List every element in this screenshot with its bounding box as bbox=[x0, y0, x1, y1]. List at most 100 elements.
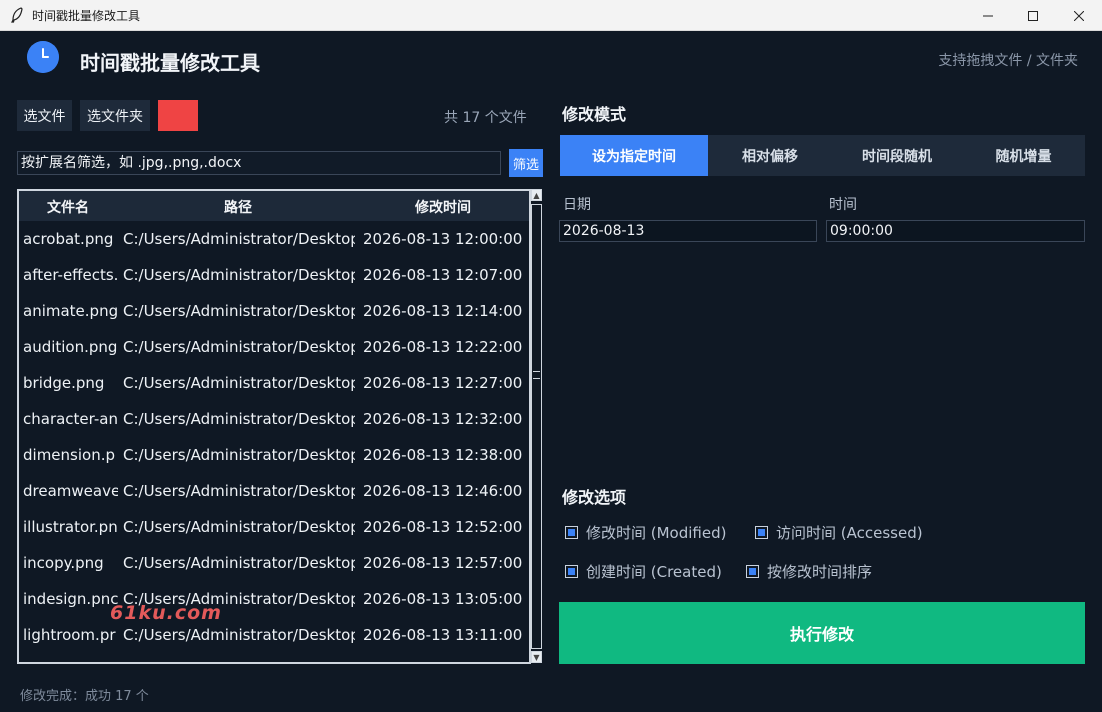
table-row[interactable]: incopy.png C:/Users/Administrator/Desktop… bbox=[19, 545, 529, 581]
execute-button[interactable]: 执行修改 bbox=[559, 602, 1085, 664]
date-field[interactable]: 2026-08-13 bbox=[559, 220, 817, 242]
time-field[interactable]: 09:00:00 bbox=[826, 220, 1085, 242]
cell-path: C:/Users/Administrator/Desktop bbox=[123, 374, 355, 392]
table-row[interactable]: animate.png C:/Users/Administrator/Deskto… bbox=[19, 293, 529, 329]
table-row[interactable]: dreamweave C:/Users/Administrator/Desktop… bbox=[19, 473, 529, 509]
checkbox-checked-icon bbox=[746, 565, 759, 578]
close-icon bbox=[1074, 10, 1084, 21]
time-label: 时间 bbox=[829, 197, 857, 213]
scroll-down-icon[interactable]: ▼ bbox=[531, 651, 542, 663]
watermark: 61ku.com bbox=[110, 602, 222, 624]
table-header: 文件名 路径 修改时间 bbox=[19, 191, 529, 221]
created-checkbox[interactable]: 创建时间 (Created) bbox=[565, 561, 722, 582]
cell-filename: dreamweave bbox=[23, 482, 118, 500]
cell-modified-time: 2026-08-13 12:07:00 bbox=[363, 266, 523, 284]
modified-label: 修改时间 (Modified) bbox=[586, 524, 727, 542]
select-folder-button[interactable]: 选文件夹 bbox=[80, 100, 150, 131]
close-button[interactable] bbox=[1056, 0, 1102, 31]
table-scrollbar[interactable]: ▲ ▼ bbox=[531, 189, 543, 664]
cell-modified-time: 2026-08-13 12:52:00 bbox=[363, 518, 523, 536]
table-row[interactable]: illustrator.pn C:/Users/Administrator/Des… bbox=[19, 509, 529, 545]
cell-modified-time: 2026-08-13 12:27:00 bbox=[363, 374, 523, 392]
clear-button[interactable] bbox=[158, 100, 198, 131]
file-table: 文件名 路径 修改时间 acrobat.png C:/Users/Administ… bbox=[17, 189, 531, 664]
cell-path: C:/Users/Administrator/Desktop bbox=[123, 446, 355, 464]
scroll-up-icon[interactable]: ▲ bbox=[531, 189, 542, 201]
drag-drop-hint: 支持拖拽文件 / 文件夹 bbox=[938, 53, 1078, 69]
cell-modified-time: 2026-08-13 12:46:00 bbox=[363, 482, 523, 500]
cell-modified-time: 2026-08-13 12:00:00 bbox=[363, 230, 523, 248]
options-title: 修改选项 bbox=[562, 488, 627, 507]
cell-path: C:/Users/Administrator/Desktop bbox=[123, 230, 355, 248]
cell-modified-time: 2026-08-13 12:57:00 bbox=[363, 554, 523, 572]
tab-set-time[interactable]: 设为指定时间 bbox=[560, 135, 708, 176]
column-header-modified[interactable]: 修改时间 bbox=[415, 197, 471, 217]
window-title: 时间戳批量修改工具 bbox=[32, 9, 141, 23]
cell-filename: dimension.p bbox=[23, 446, 115, 464]
tab-relative-offset[interactable]: 相对偏移 bbox=[708, 135, 832, 176]
cell-filename: indesign.pnc bbox=[23, 590, 118, 608]
checkbox-checked-icon bbox=[755, 526, 768, 539]
clock-icon bbox=[27, 41, 59, 73]
cell-modified-time: 2026-08-13 12:32:00 bbox=[363, 410, 523, 428]
created-label: 创建时间 (Created) bbox=[586, 563, 722, 581]
checkbox-checked-icon bbox=[565, 565, 578, 578]
cell-path: C:/Users/Administrator/Desktop bbox=[123, 518, 355, 536]
column-header-path[interactable]: 路径 bbox=[224, 197, 252, 217]
cell-modified-time: 2026-08-13 12:14:00 bbox=[363, 302, 523, 320]
maximize-button[interactable] bbox=[1010, 0, 1056, 31]
maximize-icon bbox=[1028, 10, 1038, 21]
mode-tabs: 设为指定时间 相对偏移 时间段随机 随机增量 bbox=[560, 135, 1085, 176]
sort-label: 按修改时间排序 bbox=[767, 563, 873, 581]
minimize-button[interactable] bbox=[965, 0, 1011, 31]
cell-filename: animate.png bbox=[23, 302, 118, 320]
table-row[interactable]: character-an C:/Users/Administrator/Deskt… bbox=[19, 401, 529, 437]
select-files-button[interactable]: 选文件 bbox=[17, 100, 72, 131]
column-header-name[interactable]: 文件名 bbox=[47, 197, 89, 217]
extension-filter-input[interactable]: 按扩展名筛选，如 .jpg,.png,.docx bbox=[17, 151, 501, 175]
cell-filename: character-an bbox=[23, 410, 118, 428]
date-label: 日期 bbox=[563, 197, 591, 213]
cell-filename: audition.png bbox=[23, 338, 118, 356]
cell-path: C:/Users/Administrator/Desktop bbox=[123, 302, 355, 320]
cell-filename: bridge.png bbox=[23, 374, 105, 392]
table-row[interactable]: indesign.pnc C:/Users/Administrator/Deskt… bbox=[19, 581, 529, 617]
filter-button[interactable]: 筛选 bbox=[509, 149, 543, 177]
sort-checkbox[interactable]: 按修改时间排序 bbox=[746, 561, 872, 582]
cell-path: C:/Users/Administrator/Desktop bbox=[123, 338, 355, 356]
page-title: 时间戳批量修改工具 bbox=[80, 51, 260, 75]
table-row[interactable]: audition.png C:/Users/Administrator/Deskt… bbox=[19, 329, 529, 365]
cell-filename: lightroom.pr bbox=[23, 626, 116, 644]
cell-filename: incopy.png bbox=[23, 554, 104, 572]
cell-path: C:/Users/Administrator/Desktop bbox=[123, 410, 355, 428]
accessed-checkbox[interactable]: 访问时间 (Accessed) bbox=[755, 522, 923, 543]
table-row[interactable]: bridge.png C:/Users/Administrator/Desktop… bbox=[19, 365, 529, 401]
table-row[interactable]: acrobat.png C:/Users/Administrator/Deskto… bbox=[19, 221, 529, 257]
table-row[interactable]: dimension.p C:/Users/Administrator/Deskto… bbox=[19, 437, 529, 473]
checkbox-checked-icon bbox=[565, 526, 578, 539]
cell-modified-time: 2026-08-13 13:05:00 bbox=[363, 590, 523, 608]
scrollbar-thumb[interactable] bbox=[531, 204, 542, 649]
table-row[interactable]: after-effects. C:/Users/Administrator/Des… bbox=[19, 257, 529, 293]
cell-filename: after-effects. bbox=[23, 266, 118, 284]
mode-title: 修改模式 bbox=[562, 105, 627, 124]
cell-filename: illustrator.pn bbox=[23, 518, 118, 536]
tab-random-increment[interactable]: 随机增量 bbox=[962, 135, 1085, 176]
table-row[interactable]: lightroom.pr C:/Users/Administrator/Deskt… bbox=[19, 617, 529, 653]
cell-path: C:/Users/Administrator/Desktop bbox=[123, 266, 355, 284]
minimize-icon bbox=[983, 15, 993, 16]
cell-path: C:/Users/Administrator/Desktop bbox=[123, 554, 355, 572]
status-text: 修改完成：成功 17 个 bbox=[20, 689, 149, 704]
cell-path: C:/Users/Administrator/Desktop bbox=[123, 626, 355, 644]
file-count: 共 17 个文件 bbox=[444, 110, 527, 126]
accessed-label: 访问时间 (Accessed) bbox=[776, 524, 923, 542]
cell-modified-time: 2026-08-13 12:22:00 bbox=[363, 338, 523, 356]
grip-icon bbox=[533, 371, 540, 379]
tab-random-range[interactable]: 时间段随机 bbox=[832, 135, 962, 176]
cell-path: C:/Users/Administrator/Desktop bbox=[123, 482, 355, 500]
cell-filename: acrobat.png bbox=[23, 230, 114, 248]
feather-icon bbox=[11, 7, 23, 23]
modified-checkbox[interactable]: 修改时间 (Modified) bbox=[565, 522, 726, 543]
cell-modified-time: 2026-08-13 13:11:00 bbox=[363, 626, 523, 644]
cell-modified-time: 2026-08-13 12:38:00 bbox=[363, 446, 523, 464]
